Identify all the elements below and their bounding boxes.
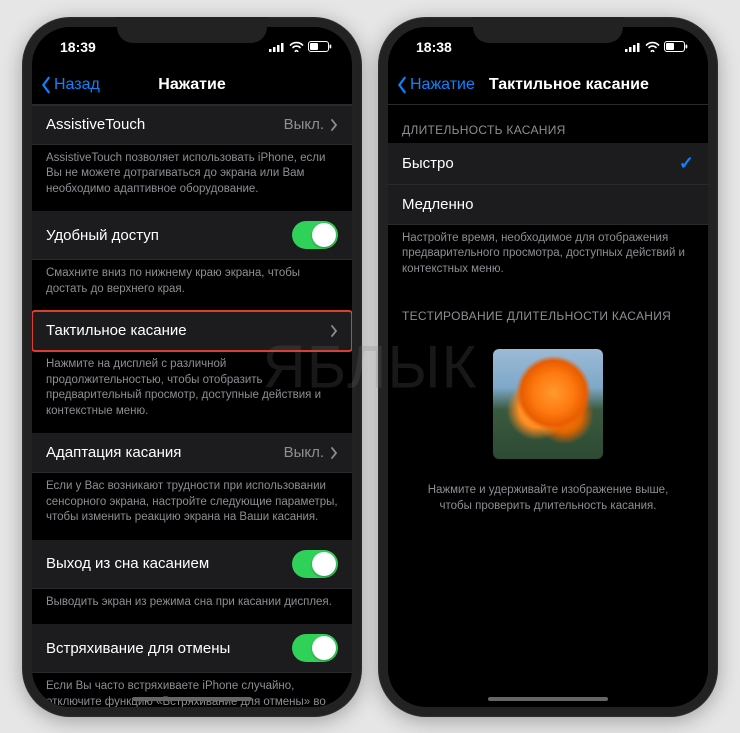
chevron-right-icon <box>330 447 338 459</box>
section-header-duration: ДЛИТЕЛЬНОСТЬ КАСАНИЯ <box>388 105 708 143</box>
nav-bar: Нажатие Тактильное касание <box>388 67 708 105</box>
toggle-on[interactable] <box>292 550 338 578</box>
status-time: 18:39 <box>60 39 96 55</box>
row-assistivetouch[interactable]: AssistiveTouch Выкл. <box>32 105 352 145</box>
section-header-test: ТЕСТИРОВАНИЕ ДЛИТЕЛЬНОСТИ КАСАНИЯ <box>388 291 708 329</box>
settings-list[interactable]: ДЛИТЕЛЬНОСТЬ КАСАНИЯ Быстро ✓ Медленно Н… <box>388 105 708 707</box>
row-tap-to-wake[interactable]: Выход из сна касанием <box>32 540 352 589</box>
back-button[interactable]: Назад <box>40 76 100 94</box>
footer-test: Нажмите и удерживайте изображение выше, … <box>388 469 708 528</box>
screen-left: 18:39 Назад Нажатие Assis <box>32 27 352 707</box>
footer-duration: Настройте время, необходимое для отображ… <box>388 225 708 292</box>
phone-right: 18:38 Нажатие Тактильное <box>378 17 718 717</box>
toggle-on[interactable] <box>292 634 338 662</box>
row-label: Тактильное касание <box>46 322 187 339</box>
footer-reachability: Смахните вниз по нижнему краю экрана, чт… <box>32 260 352 311</box>
back-button[interactable]: Нажатие <box>396 76 475 94</box>
row-value: Выкл. <box>284 444 338 461</box>
footer-tap-wake: Выводить экран из режима сна при касании… <box>32 589 352 625</box>
row-shake-undo[interactable]: Встряхивание для отмены <box>32 624 352 673</box>
status-time: 18:38 <box>416 39 452 55</box>
screen-right: 18:38 Нажатие Тактильное <box>388 27 708 707</box>
battery-icon <box>664 41 688 52</box>
row-label: Быстро <box>402 155 454 172</box>
chevron-left-icon <box>396 76 408 94</box>
footer-haptic: Нажмите на дисплей с различной продолжит… <box>32 351 352 433</box>
row-label: Медленно <box>402 196 473 213</box>
cellular-icon <box>269 42 285 52</box>
status-bar: 18:38 <box>388 27 708 67</box>
home-indicator[interactable] <box>132 697 252 701</box>
nav-bar: Назад Нажатие <box>32 67 352 105</box>
test-image-container <box>388 329 708 469</box>
cellular-icon <box>625 42 641 52</box>
footer-shake: Если Вы часто встряхиваете iPhone случай… <box>32 673 352 706</box>
status-bar: 18:39 <box>32 27 352 67</box>
row-speed-slow[interactable]: Медленно <box>388 185 708 225</box>
chevron-left-icon <box>40 76 52 94</box>
row-value: Выкл. <box>284 116 338 133</box>
back-label: Назад <box>54 76 100 94</box>
chevron-right-icon <box>330 119 338 131</box>
battery-icon <box>308 41 332 52</box>
row-value <box>330 325 338 337</box>
phone-left: 18:39 Назад Нажатие Assis <box>22 17 362 717</box>
status-indicators <box>625 41 688 52</box>
row-label: Выход из сна касанием <box>46 555 209 572</box>
row-label: AssistiveTouch <box>46 116 145 133</box>
checkmark-icon: ✓ <box>679 153 694 174</box>
home-indicator[interactable] <box>488 697 608 701</box>
footer-assistivetouch: AssistiveTouch позволяет использовать iP… <box>32 145 352 212</box>
chevron-right-icon <box>330 325 338 337</box>
test-image-flower[interactable] <box>493 349 603 459</box>
row-label: Адаптация касания <box>46 444 181 461</box>
row-label: Встряхивание для отмены <box>46 640 230 657</box>
row-haptic-touch[interactable]: Тактильное касание <box>32 311 352 351</box>
row-reachability[interactable]: Удобный доступ <box>32 211 352 260</box>
back-label: Нажатие <box>410 76 475 94</box>
wifi-icon <box>645 41 660 52</box>
row-speed-fast[interactable]: Быстро ✓ <box>388 143 708 185</box>
footer-accommodations: Если у Вас возникают трудности при испол… <box>32 473 352 540</box>
row-accommodations[interactable]: Адаптация касания Выкл. <box>32 433 352 473</box>
page-title: Тактильное касание <box>489 76 649 94</box>
toggle-on[interactable] <box>292 221 338 249</box>
wifi-icon <box>289 41 304 52</box>
status-indicators <box>269 41 332 52</box>
row-label: Удобный доступ <box>46 227 159 244</box>
settings-list[interactable]: AssistiveTouch Выкл. AssistiveTouch позв… <box>32 105 352 707</box>
